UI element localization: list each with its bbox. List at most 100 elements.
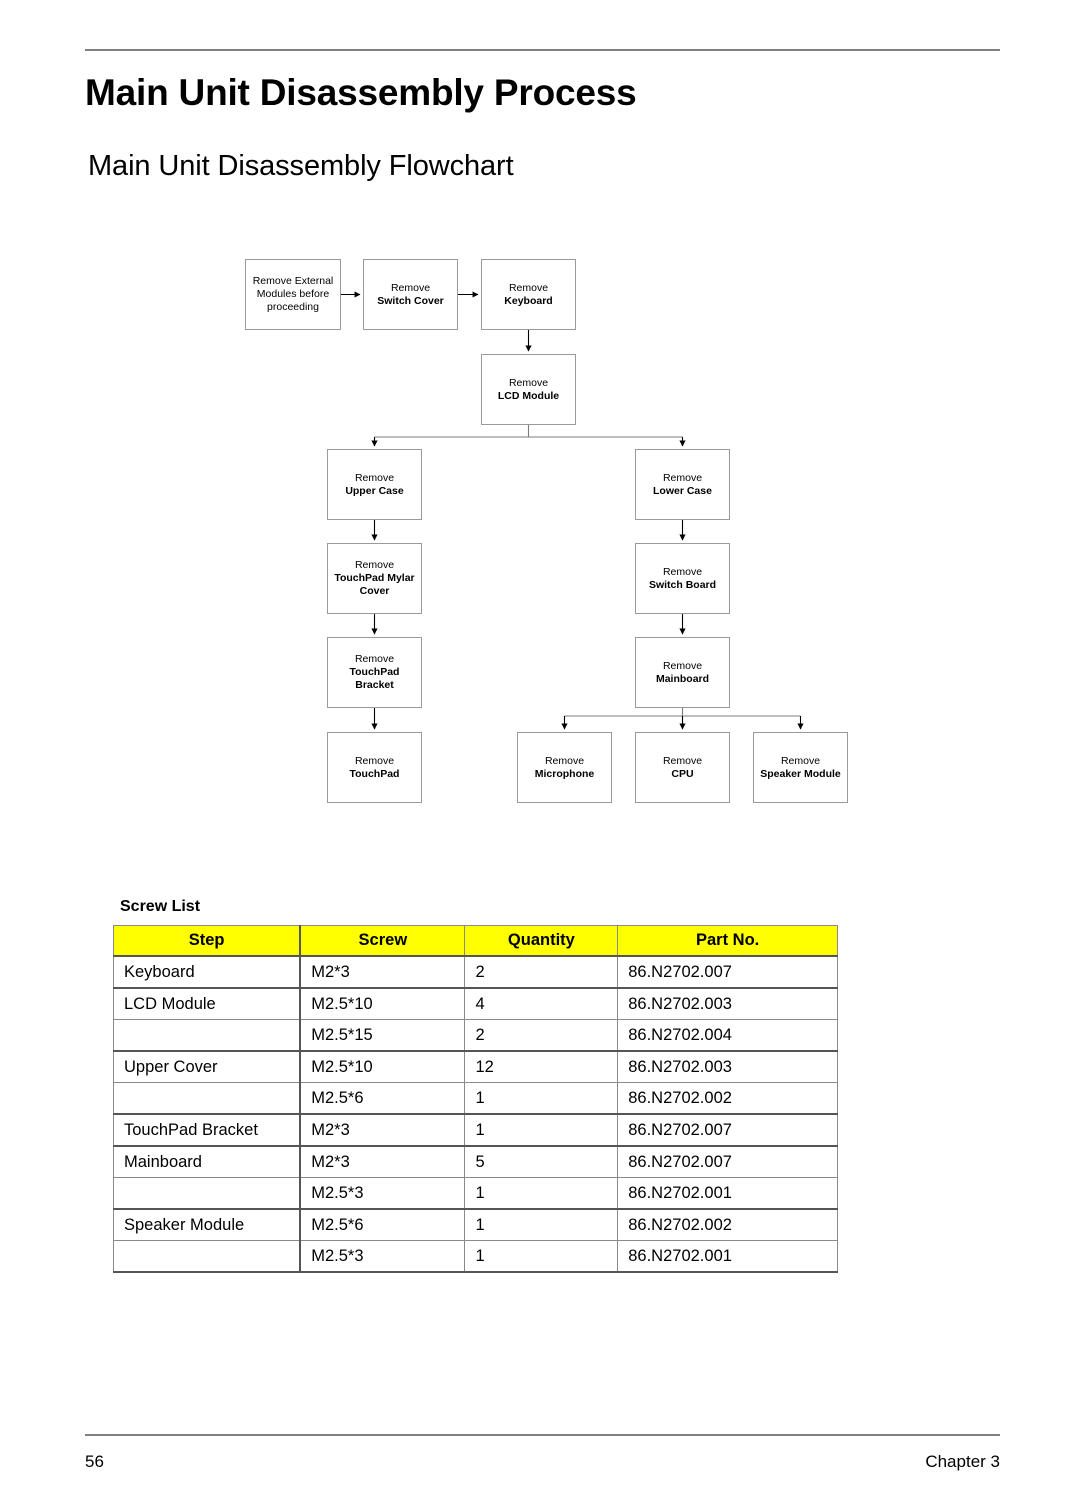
cell-screw: M2.5*3 [299, 1177, 466, 1210]
flowchart-node-speaker-module: Remove Speaker Module [753, 732, 848, 803]
screw-list-table: Step Screw Quantity Part No. Keyboard M2*… [113, 925, 838, 1273]
column-header-quantity: Quantity [464, 925, 619, 957]
node-target-label-2: Cover [359, 585, 390, 597]
node-lead-text: Remove [508, 376, 549, 389]
node-lead-text: Remove [662, 659, 703, 672]
cell-screw: M2.5*10 [299, 987, 466, 1020]
page-title: Main Unit Disassembly Process [85, 72, 637, 113]
node-lead-text: Remove [544, 754, 585, 767]
node-lead-text: Remove External [252, 275, 334, 287]
cell-quantity: 1 [464, 1240, 619, 1273]
table-row: Mainboard M2*3 5 86.N2702.007 [113, 1145, 838, 1178]
cell-quantity: 12 [464, 1050, 619, 1083]
flowchart-node-keyboard: Remove Keyboard [481, 259, 576, 330]
flowchart-node-external: Remove External Modules before proceeding [245, 259, 341, 330]
node-target-label: Switch Cover [377, 294, 444, 307]
cell-screw: M2.5*10 [299, 1050, 466, 1083]
node-target-label: Mainboard [655, 672, 710, 685]
cell-screw: M2*3 [299, 1113, 466, 1147]
table-row: LCD Module M2.5*10 4 86.N2702.003 [113, 987, 838, 1020]
footer-chapter: Chapter 3 [925, 1452, 1000, 1471]
node-target-label: TouchPad [349, 666, 400, 678]
node-lead-text: Remove [662, 471, 703, 484]
table-row: M2.5*15 2 86.N2702.004 [113, 1019, 838, 1052]
flowchart-node-lower-case: Remove Lower Case [635, 449, 730, 520]
cell-part-no: 86.N2702.003 [617, 987, 838, 1020]
node-target-label: CPU [671, 767, 694, 780]
flowchart-node-touchpad-mylar: Remove TouchPad Mylar Cover [327, 543, 422, 614]
table-row: Upper Cover M2.5*10 12 86.N2702.003 [113, 1050, 838, 1083]
cell-step [113, 1019, 302, 1052]
column-header-step: Step [113, 925, 302, 957]
cell-quantity: 1 [464, 1082, 619, 1115]
node-target-label: Speaker Module [760, 767, 841, 780]
cell-quantity: 2 [464, 1019, 619, 1052]
cell-quantity: 1 [464, 1113, 619, 1147]
screw-list-body: Keyboard M2*3 2 86.N2702.007 LCD Module M2.5*… [113, 955, 838, 1273]
node-lead-text: Remove [780, 754, 821, 767]
cell-screw: M2*3 [299, 955, 466, 989]
footer-page-number: 56 [85, 1452, 104, 1471]
node-target-label: TouchPad Mylar [334, 572, 415, 584]
flowchart-node-switch-cover: Remove Switch Cover [363, 259, 458, 330]
cell-step: Upper Cover [113, 1050, 302, 1083]
table-row: M2.5*3 1 86.N2702.001 [113, 1240, 838, 1273]
column-header-screw: Screw [299, 925, 466, 957]
cell-step [113, 1177, 302, 1210]
flowchart-node-switch-board: Remove Switch Board [635, 543, 730, 614]
node-target-label: Microphone [534, 767, 595, 780]
cell-part-no: 86.N2702.001 [617, 1177, 838, 1210]
node-target-label: Keyboard [504, 294, 553, 307]
cell-part-no: 86.N2702.002 [617, 1208, 838, 1241]
cell-step: LCD Module [113, 987, 302, 1020]
table-row: Keyboard M2*3 2 86.N2702.007 [113, 955, 838, 989]
cell-step: Mainboard [113, 1145, 302, 1178]
table-row: M2.5*6 1 86.N2702.002 [113, 1082, 838, 1115]
cell-screw: M2.5*6 [299, 1208, 466, 1241]
cell-quantity: 4 [464, 987, 619, 1020]
table-header-row: Step Screw Quantity Part No. [113, 925, 838, 957]
screw-list-title: Screw List [120, 898, 201, 915]
cell-part-no: 86.N2702.003 [617, 1050, 838, 1083]
cell-quantity: 1 [464, 1208, 619, 1241]
node-lead-text: Remove [354, 754, 395, 767]
node-target-label: Lower Case [653, 484, 712, 497]
node-lead-text-3: proceeding [267, 301, 319, 313]
cell-part-no: 86.N2702.004 [617, 1019, 838, 1052]
cell-quantity: 1 [464, 1177, 619, 1210]
node-lead-text: Remove [354, 471, 395, 484]
flowchart-node-upper-case: Remove Upper Case [327, 449, 422, 520]
node-target-label: LCD Module [497, 389, 560, 402]
flowchart-node-mainboard: Remove Mainboard [635, 637, 730, 708]
flowchart-node-touchpad: Remove TouchPad [327, 732, 422, 803]
cell-quantity: 2 [464, 955, 619, 989]
flowchart-node-cpu: Remove CPU [635, 732, 730, 803]
table-row: TouchPad Bracket M2*3 1 86.N2702.007 [113, 1113, 838, 1147]
cell-quantity: 5 [464, 1145, 619, 1178]
node-lead-text: Remove [508, 281, 549, 294]
cell-screw: M2.5*15 [299, 1019, 466, 1052]
column-header-part-no: Part No. [617, 925, 838, 957]
node-lead-text-2: Modules before [256, 288, 330, 300]
node-target-label-2: Bracket [355, 679, 394, 691]
flowchart-node-microphone: Remove Microphone [517, 732, 612, 803]
section-title: Main Unit Disassembly Flowchart [88, 150, 514, 182]
cell-step [113, 1240, 302, 1273]
cell-part-no: 86.N2702.007 [617, 1145, 838, 1178]
page-footer-rule [85, 1434, 1000, 1436]
cell-part-no: 86.N2702.007 [617, 955, 838, 989]
cell-part-no: 86.N2702.002 [617, 1082, 838, 1115]
cell-screw: M2*3 [299, 1145, 466, 1178]
flowchart-node-lcd-module: Remove LCD Module [481, 354, 576, 425]
node-lead-text: Remove [354, 653, 395, 665]
flowchart-node-touchpad-bracket: Remove TouchPad Bracket [327, 637, 422, 708]
node-lead-text: Remove [354, 559, 395, 571]
node-target-label: TouchPad [349, 767, 400, 780]
node-lead-text: Remove [662, 754, 703, 767]
cell-part-no: 86.N2702.001 [617, 1240, 838, 1273]
cell-step: Keyboard [113, 955, 302, 989]
page-header-rule [85, 49, 1000, 51]
node-lead-text: Remove [662, 565, 703, 578]
cell-step: Speaker Module [113, 1208, 302, 1241]
table-row: M2.5*3 1 86.N2702.001 [113, 1177, 838, 1210]
